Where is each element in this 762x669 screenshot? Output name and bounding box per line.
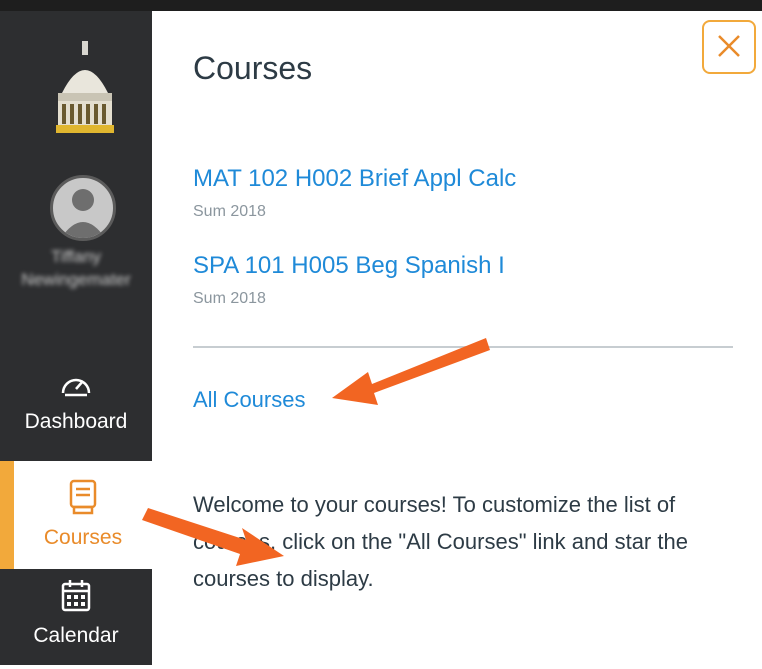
global-nav: Tiffany Newingemater Dashboard Courses C… bbox=[0, 11, 152, 665]
sidebar-item-calendar[interactable]: Calendar bbox=[0, 579, 152, 669]
course-link[interactable]: MAT 102 H002 Brief Appl Calc bbox=[193, 165, 516, 193]
course-term: Sum 2018 bbox=[193, 203, 266, 220]
calendar-icon bbox=[61, 580, 91, 612]
logo-dome-icon[interactable] bbox=[50, 41, 120, 135]
sidebar-item-courses[interactable]: Courses bbox=[0, 461, 152, 569]
courses-icon bbox=[69, 479, 97, 515]
all-courses-link[interactable]: All Courses bbox=[193, 387, 305, 413]
avatar[interactable] bbox=[50, 175, 116, 241]
top-bar bbox=[0, 0, 762, 11]
sidebar-item-label: Dashboard bbox=[24, 410, 128, 433]
welcome-text: Welcome to your courses! To customize th… bbox=[193, 492, 688, 591]
dashboard-icon bbox=[61, 378, 91, 397]
course-term: Sum 2018 bbox=[193, 290, 266, 307]
sidebar-item-label: Calendar bbox=[33, 624, 119, 647]
avatar-icon bbox=[61, 189, 105, 238]
tray-title: Courses bbox=[193, 50, 313, 86]
divider bbox=[193, 346, 733, 348]
close-button[interactable] bbox=[702, 20, 756, 74]
sidebar-item-label: Courses bbox=[43, 526, 123, 549]
user-name[interactable]: Tiffany Newingemater bbox=[0, 245, 152, 291]
sidebar-item-dashboard[interactable]: Dashboard bbox=[0, 369, 152, 459]
close-icon bbox=[718, 34, 740, 57]
course-link[interactable]: SPA 101 H005 Beg Spanish I bbox=[193, 252, 505, 280]
